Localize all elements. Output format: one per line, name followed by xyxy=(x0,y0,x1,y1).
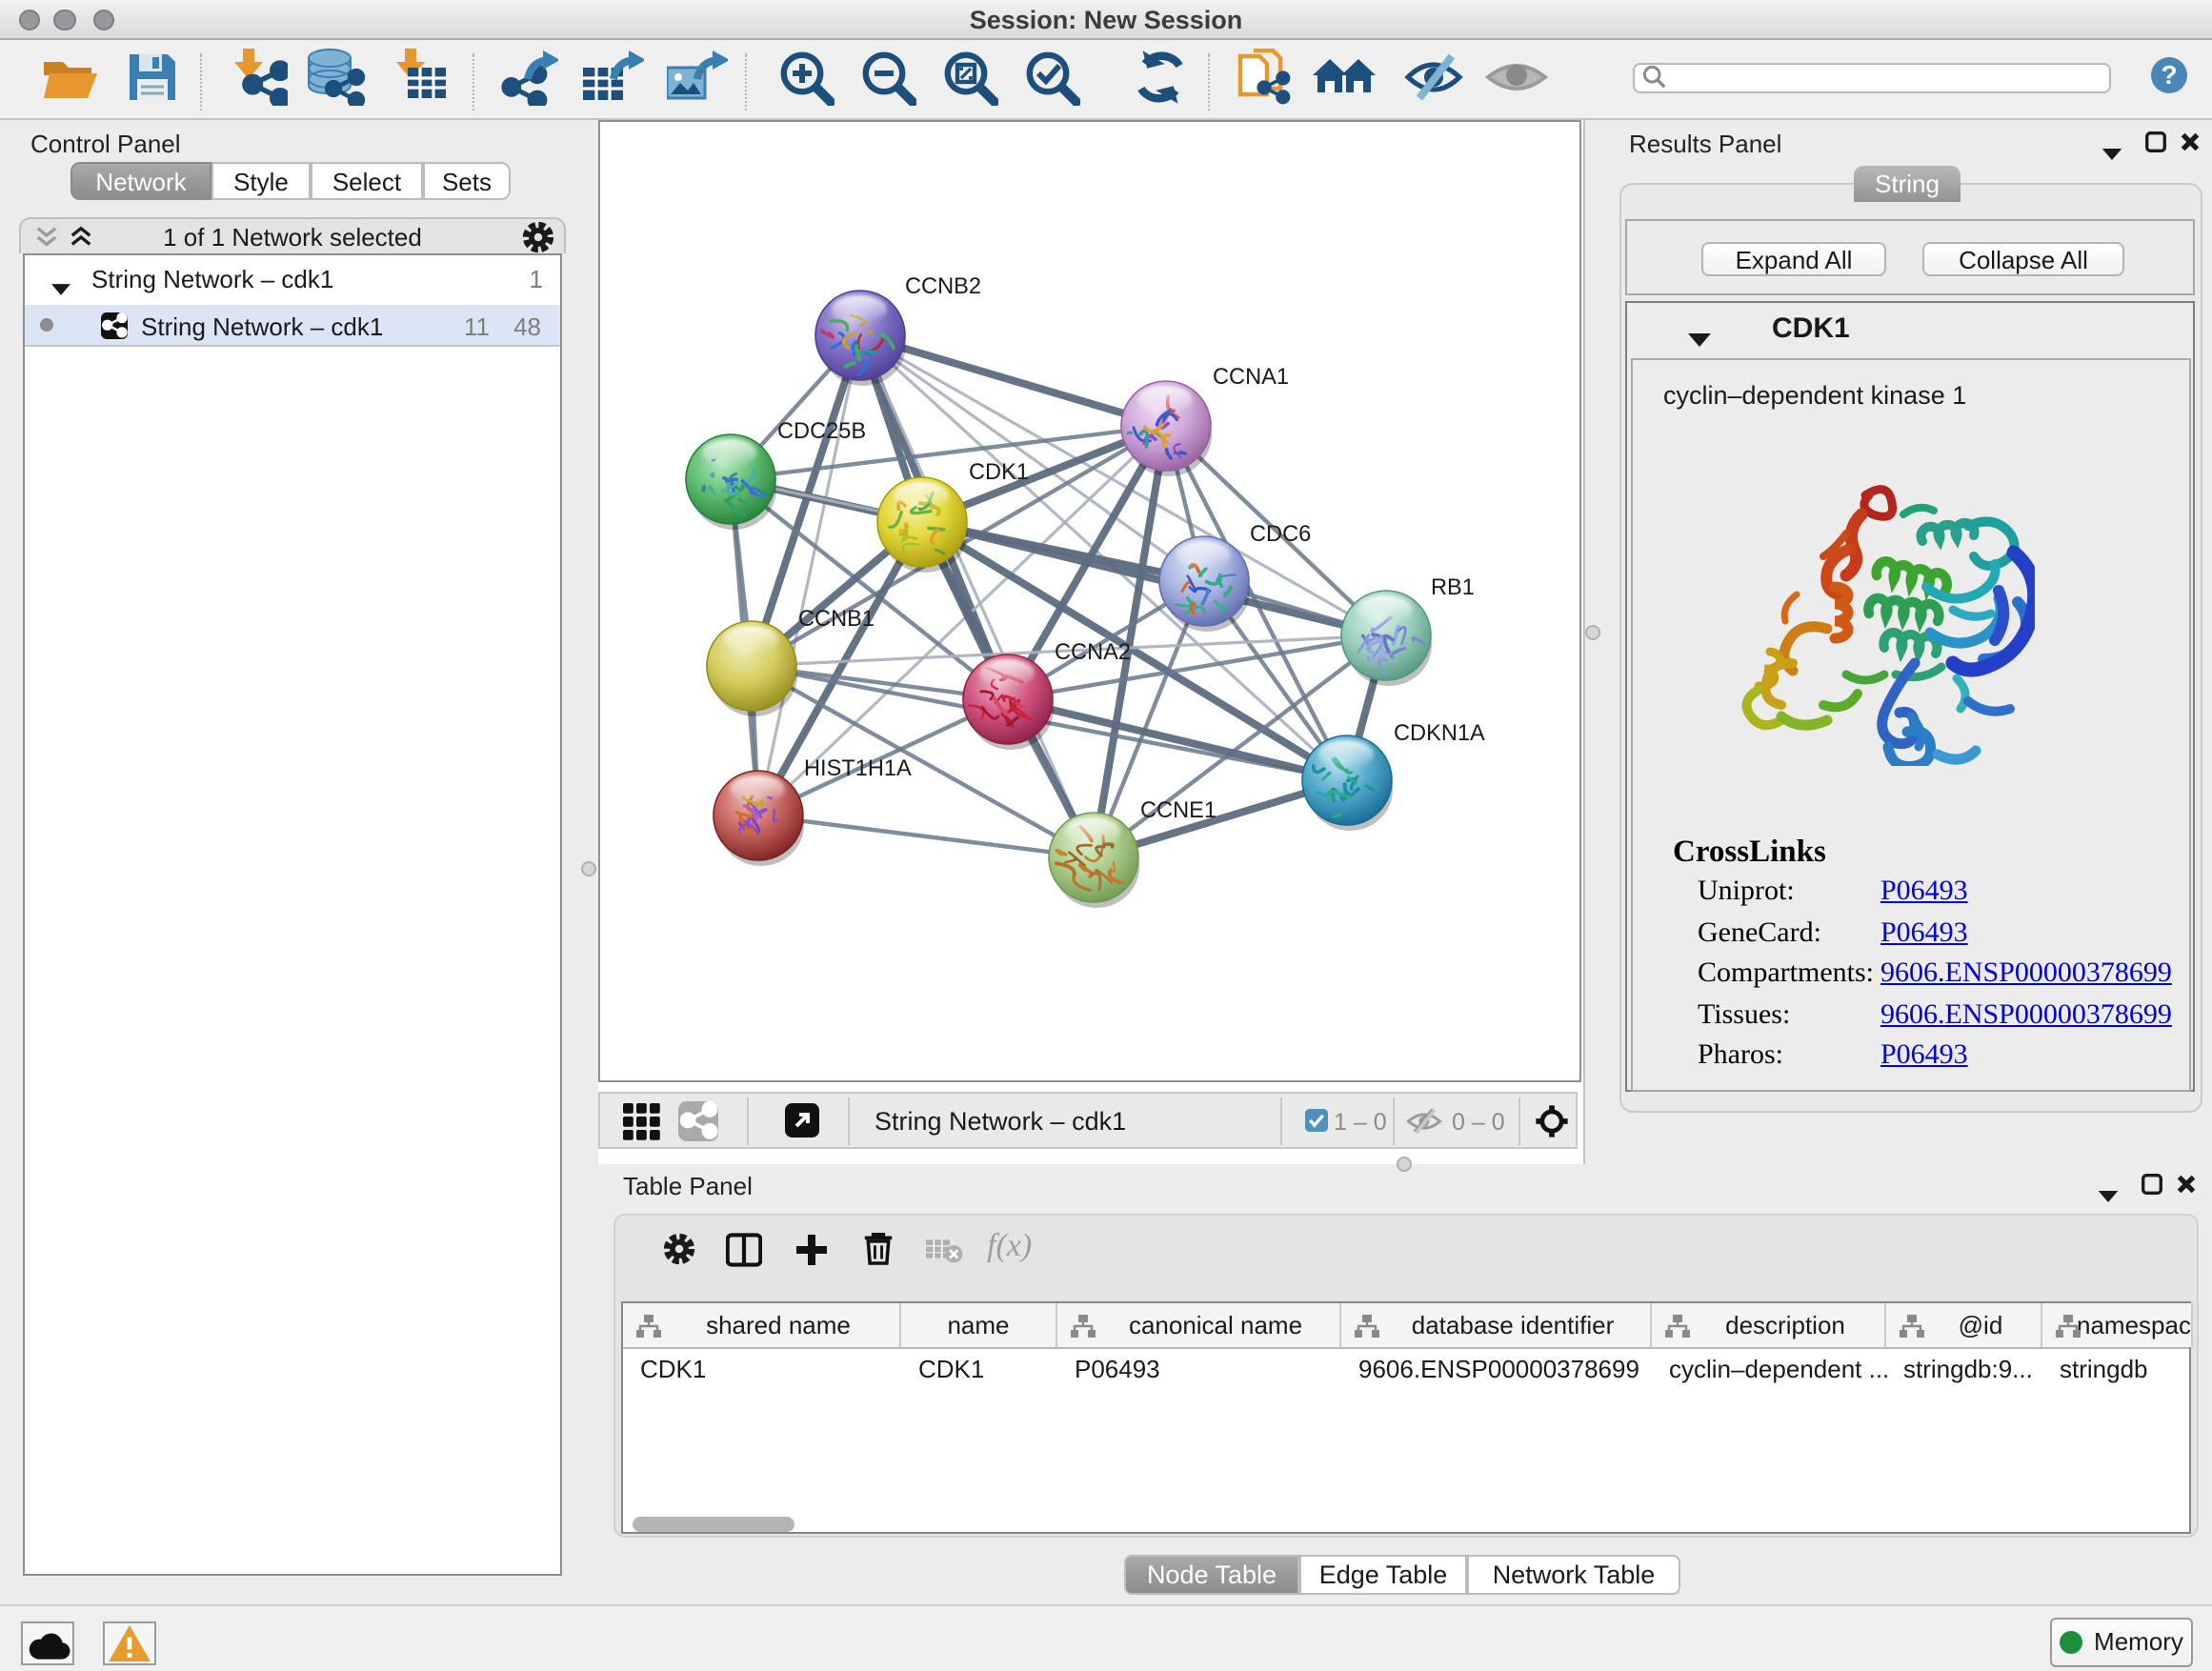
svg-text:HIST1H1A: HIST1H1A xyxy=(804,756,912,781)
svg-text:CDC25B: CDC25B xyxy=(777,419,866,444)
svg-text:CDK1: CDK1 xyxy=(969,460,1029,485)
svg-text:CCNB2: CCNB2 xyxy=(905,274,981,299)
svg-text:CDKN1A: CDKN1A xyxy=(1394,721,1485,746)
svg-text:CDC6: CDC6 xyxy=(1250,522,1311,547)
svg-text:RB1: RB1 xyxy=(1431,575,1475,600)
svg-text:CCNA2: CCNA2 xyxy=(1055,640,1131,665)
svg-text:CCNB1: CCNB1 xyxy=(798,607,875,632)
svg-text:CCNA1: CCNA1 xyxy=(1213,365,1289,390)
svg-text:CCNE1: CCNE1 xyxy=(1140,798,1217,823)
